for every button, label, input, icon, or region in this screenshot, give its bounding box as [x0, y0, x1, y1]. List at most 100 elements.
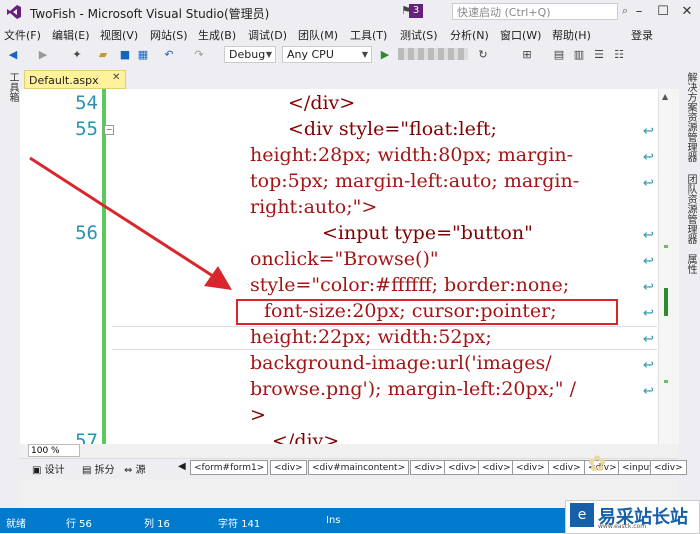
code-line: height:28px; width:80px; margin-	[250, 144, 574, 166]
collapse-outline-icon[interactable]: −	[104, 125, 114, 135]
menu-build[interactable]: 生成(B)	[198, 27, 236, 43]
word-wrap-icon: ↩	[643, 358, 654, 373]
code-line: height:22px; width:52px;	[250, 326, 492, 348]
status-column: 列 16	[144, 519, 170, 530]
breadcrumb-tag[interactable]: <form#form1>	[190, 460, 269, 475]
code-line: browse.png'); margin-left:20px;" /	[250, 378, 576, 400]
menu-view[interactable]: 视图(V)	[100, 27, 138, 43]
browser-select-blurred[interactable]	[398, 48, 468, 60]
vertical-scrollbar[interactable]	[658, 89, 679, 444]
platform-value: Any CPU	[287, 48, 334, 61]
forward-icon[interactable]: ▶	[36, 48, 50, 62]
source-view-button[interactable]: ⇔ 源	[124, 461, 146, 476]
outdent-icon[interactable]: ☷	[612, 48, 626, 62]
source-icon: ⇔	[124, 465, 133, 476]
close-button[interactable]: ✕	[676, 2, 698, 22]
highlight-box	[236, 299, 618, 325]
menu-debug[interactable]: 调试(D)	[248, 27, 287, 43]
menu-window[interactable]: 窗口(W)	[500, 27, 541, 43]
save-all-icon[interactable]: ▦	[136, 48, 150, 62]
breadcrumb-tag[interactable]: <div>	[512, 460, 549, 475]
code-line: </div>	[288, 92, 356, 114]
menu-team[interactable]: 团队(M)	[298, 27, 338, 43]
status-ready: 就绪	[6, 519, 26, 530]
menu-help[interactable]: 帮助(H)	[552, 27, 591, 43]
start-debug-icon[interactable]: ▶	[378, 48, 392, 62]
split-icon: ▤	[82, 465, 92, 476]
breadcrumb-tag[interactable]: <div>	[270, 460, 307, 475]
design-view-label: 设计	[44, 465, 65, 476]
back-icon[interactable]: ◀	[6, 48, 20, 62]
breadcrumb-tag[interactable]: <div>	[548, 460, 585, 475]
save-icon[interactable]: ■	[118, 48, 132, 62]
config-select[interactable]: Debug ▼	[224, 46, 276, 63]
code-line: top:5px; margin-left:auto; margin-	[250, 170, 580, 192]
toolbox-tab[interactable]: 工具箱	[5, 72, 20, 102]
scroll-up-icon[interactable]: ▲	[662, 92, 668, 101]
scroll-thumb[interactable]	[664, 288, 668, 316]
new-project-icon[interactable]: ✦	[70, 48, 84, 62]
status-char: 字符 141	[218, 519, 261, 530]
tag-scroll-left-icon[interactable]: ◀	[178, 461, 186, 472]
undo-icon[interactable]: ↶	[162, 48, 176, 62]
word-wrap-icon: ↩	[643, 228, 654, 243]
close-icon[interactable]: ✕	[112, 72, 120, 83]
split-view-button[interactable]: ▤ 拆分	[82, 461, 115, 476]
watermark-url: www.easck.com	[598, 523, 647, 530]
source-view-label: 源	[135, 465, 146, 476]
solution-explorer-tab[interactable]: 解决方案资源管理器	[683, 72, 698, 162]
minimize-button[interactable]: –	[628, 2, 650, 22]
toolbox-strip	[0, 67, 20, 507]
line-number: 54	[75, 92, 98, 114]
platform-select[interactable]: Any CPU ▼	[282, 46, 372, 63]
tab-default-aspx[interactable]: Default.aspx	[24, 70, 126, 89]
sign-in-link[interactable]: 登录	[631, 27, 653, 43]
breadcrumb-tag[interactable]: <div#maincontent>	[308, 460, 410, 475]
document-icon[interactable]: ▤	[552, 48, 566, 62]
word-wrap-icon: ↩	[643, 124, 654, 139]
maximize-button[interactable]: ☐	[652, 2, 674, 22]
config-value: Debug	[229, 48, 266, 61]
breadcrumb-tag[interactable]: <div>	[650, 460, 687, 475]
menu-tools[interactable]: 工具(T)	[350, 27, 387, 43]
window-title: TwoFish - Microsoft Visual Studio(管理员)	[30, 7, 270, 21]
word-wrap-icon: ↩	[643, 176, 654, 191]
status-line: 行 56	[66, 519, 92, 530]
quick-launch-input[interactable]: 快速启动 (Ctrl+Q)	[452, 3, 618, 20]
code-line: right:auto;">	[250, 196, 378, 218]
chevron-down-icon: ▼	[265, 50, 272, 59]
design-icon: ▣	[32, 465, 42, 476]
scroll-change-marker	[664, 245, 668, 248]
refresh-icon[interactable]: ↻	[476, 48, 490, 62]
menu-edit[interactable]: 编辑(E)	[52, 27, 90, 43]
word-wrap-icon: ↩	[643, 306, 654, 321]
properties-tab[interactable]: 属性	[683, 254, 698, 274]
status-insert-mode: Ins	[326, 515, 341, 526]
debug-tool-icon[interactable]: ⊞	[520, 48, 534, 62]
word-wrap-icon: ↩	[643, 150, 654, 165]
menu-website[interactable]: 网站(S)	[150, 27, 188, 43]
indent-icon[interactable]: ☰	[592, 48, 606, 62]
code-line: style="color:#ffffff; border:none;	[250, 274, 570, 296]
redo-icon[interactable]: ↷	[192, 48, 206, 62]
comment-icon[interactable]: ▥	[572, 48, 586, 62]
team-explorer-tab[interactable]: 团队资源管理器	[683, 174, 698, 244]
code-line: >	[250, 404, 266, 426]
notification-badge[interactable]: 3	[409, 4, 423, 18]
code-line: <div style="float:left;	[288, 118, 497, 140]
scroll-change-marker	[664, 380, 668, 383]
zoom-select[interactable]: 100 %	[28, 444, 80, 457]
watermark-logo-icon: e	[570, 503, 594, 527]
design-view-button[interactable]: ▣ 设计	[32, 461, 65, 476]
breadcrumb-tag[interactable]: <div>	[410, 460, 447, 475]
menu-analyze[interactable]: 分析(N)	[450, 27, 489, 43]
open-folder-icon[interactable]: ▰	[96, 48, 110, 62]
menu-test[interactable]: 测试(S)	[400, 27, 438, 43]
red-arrow-annotation	[29, 156, 232, 290]
breadcrumb-tag[interactable]: <div>	[478, 460, 515, 475]
split-view-label: 拆分	[94, 465, 115, 476]
word-wrap-icon: ↩	[643, 254, 654, 269]
menu-file[interactable]: 文件(F)	[4, 27, 41, 43]
word-wrap-icon: ↩	[643, 384, 654, 399]
breadcrumb-tag[interactable]: <div>	[444, 460, 481, 475]
